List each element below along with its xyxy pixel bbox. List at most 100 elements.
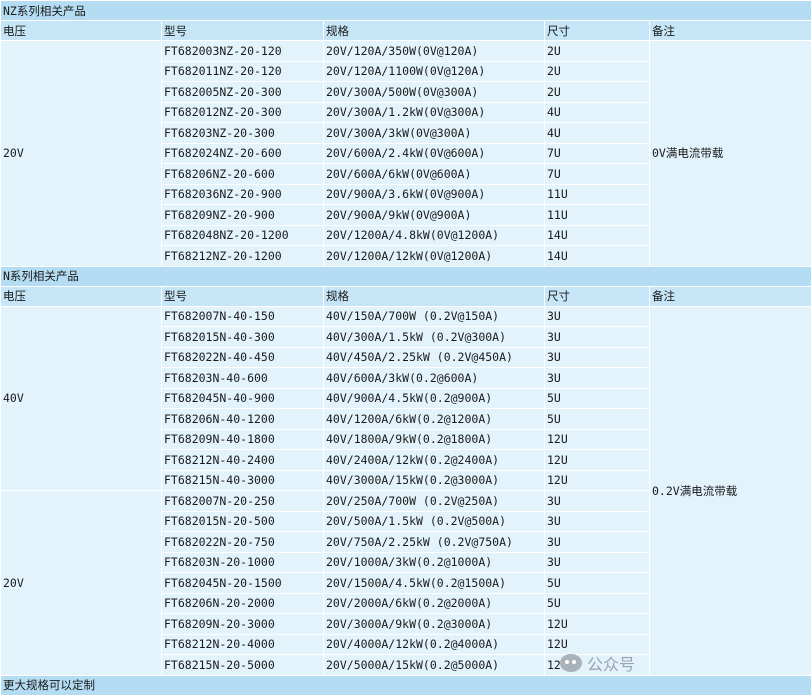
header-spec: 规格: [323, 285, 545, 307]
size-cell: 5U: [544, 387, 650, 409]
model-cell: FT68215N-20-5000: [161, 654, 324, 676]
size-cell: 12U: [544, 428, 650, 450]
spec-cell: 40V/1200A/6kW(0.2@1200A): [323, 408, 545, 430]
header-voltage: 电压: [0, 20, 162, 41]
spec-cell: 20V/4000A/12kW(0.2@4000A): [323, 633, 545, 655]
model-cell: FT682011NZ-20-120: [161, 60, 324, 82]
size-cell: 7U: [544, 163, 650, 185]
spec-cell: 20V/300A/3kW(0V@300A): [323, 122, 545, 144]
header-voltage: 电压: [0, 285, 162, 307]
model-cell: FT68203N-40-600: [161, 367, 324, 389]
model-cell: FT682007N-20-250: [161, 490, 324, 512]
size-cell: 3U: [544, 305, 650, 327]
model-cell: FT682022N-40-450: [161, 346, 324, 368]
size-cell: 2U: [544, 60, 650, 82]
size-cell: 2U: [544, 40, 650, 62]
size-cell: 12U: [544, 469, 650, 491]
model-cell: FT682048NZ-20-1200: [161, 224, 324, 246]
size-cell: 4U: [544, 101, 650, 123]
note-cell: 0.2V满电流带载: [649, 305, 811, 676]
model-cell: FT682003NZ-20-120: [161, 40, 324, 62]
spec-cell: 20V/900A/9kW(0V@900A): [323, 204, 545, 226]
note-cell: 0V满电流带载: [649, 40, 811, 267]
size-cell: 2U: [544, 81, 650, 103]
spec-cell: 20V/2000A/6kW(0.2@2000A): [323, 592, 545, 614]
size-cell: 5U: [544, 572, 650, 594]
spec-cell: 20V/300A/1.2kW(0V@300A): [323, 101, 545, 123]
model-cell: FT68212N-40-2400: [161, 449, 324, 471]
model-cell: FT68209NZ-20-900: [161, 204, 324, 226]
watermark-text: 公众号: [587, 655, 636, 674]
spec-cell: 40V/3000A/15kW(0.2@3000A): [323, 469, 545, 491]
header-row: 电压 型号 规格 尺寸 备注: [0, 285, 811, 307]
size-cell: 5U: [544, 592, 650, 614]
spec-cell: 20V/1500A/4.5kW(0.2@1500A): [323, 572, 545, 594]
model-cell: FT682036NZ-20-900: [161, 183, 324, 205]
size-cell: 12U: [544, 449, 650, 471]
spec-cell: 40V/1800A/9kW(0.2@1800A): [323, 428, 545, 450]
section-title-row: NZ系列相关产品: [0, 0, 811, 21]
spec-cell: 20V/5000A/15kW(0.2@5000A): [323, 654, 545, 676]
spec-cell: 20V/120A/1100W(0V@120A): [323, 60, 545, 82]
model-cell: FT68212N-20-4000: [161, 633, 324, 655]
model-cell: FT682005NZ-20-300: [161, 81, 324, 103]
spec-cell: 20V/600A/6kW(0V@600A): [323, 163, 545, 185]
spec-cell: 40V/150A/700W (0.2V@150A): [323, 305, 545, 327]
section-title: NZ系列相关产品: [0, 0, 811, 21]
model-cell: FT68209N-40-1800: [161, 428, 324, 450]
model-cell: FT682012NZ-20-300: [161, 101, 324, 123]
table-row: 40V FT682007N-40-150 40V/150A/700W (0.2V@1…: [0, 305, 811, 676]
model-cell: FT68212NZ-20-1200: [161, 245, 324, 267]
model-cell: FT682045N-40-900: [161, 387, 324, 409]
model-cell: FT68203N-20-1000: [161, 551, 324, 573]
spec-cell: 20V/600A/2.4kW(0V@600A): [323, 142, 545, 164]
size-cell: 7U: [544, 142, 650, 164]
footer-row: 更大规格可以定制: [0, 674, 811, 696]
model-cell: FT682022N-20-750: [161, 531, 324, 553]
size-cell: 14U: [544, 245, 650, 267]
model-cell: FT682015N-40-300: [161, 326, 324, 348]
wechat-icon: [560, 654, 582, 672]
model-cell: FT68206N-20-2000: [161, 592, 324, 614]
spec-cell: 20V/250A/700W (0.2V@250A): [323, 490, 545, 512]
watermark: 公众号: [560, 651, 635, 675]
size-cell: 3U: [544, 326, 650, 348]
spec-cell: 20V/500A/1.5kW (0.2V@500A): [323, 510, 545, 532]
spec-cell: 20V/300A/500W(0V@300A): [323, 81, 545, 103]
model-cell: FT68206N-40-1200: [161, 408, 324, 430]
section-title-row: N系列相关产品: [0, 265, 811, 287]
size-cell: 3U: [544, 367, 650, 389]
size-cell: 11U: [544, 204, 650, 226]
size-cell: 5U: [544, 408, 650, 430]
model-cell: FT68209N-20-3000: [161, 613, 324, 635]
model-cell: FT68206NZ-20-600: [161, 163, 324, 185]
header-size: 尺寸: [544, 20, 650, 41]
model-cell: FT68215N-40-3000: [161, 469, 324, 491]
header-note: 备注: [649, 20, 811, 41]
model-cell: FT682045N-20-1500: [161, 572, 324, 594]
header-note: 备注: [649, 285, 811, 307]
spec-cell: 20V/1200A/4.8kW(0V@1200A): [323, 224, 545, 246]
spec-cell: 40V/450A/2.25kW (0.2V@450A): [323, 346, 545, 368]
section-title: N系列相关产品: [0, 265, 811, 287]
spec-cell: 40V/300A/1.5kW (0.2V@300A): [323, 326, 545, 348]
spec-cell: 20V/1000A/3kW(0.2@1000A): [323, 551, 545, 573]
voltage-cell: 40V: [0, 305, 162, 491]
model-cell: FT682024NZ-20-600: [161, 142, 324, 164]
spec-cell: 40V/2400A/12kW(0.2@2400A): [323, 449, 545, 471]
header-spec: 规格: [323, 20, 545, 41]
size-cell: 4U: [544, 122, 650, 144]
spec-cell: 20V/750A/2.25kW (0.2V@750A): [323, 531, 545, 553]
header-model: 型号: [161, 285, 324, 307]
spec-cell: 20V/120A/350W(0V@120A): [323, 40, 545, 62]
header-row: 电压 型号 规格 尺寸 备注: [0, 20, 811, 41]
spec-cell: 20V/900A/3.6kW(0V@900A): [323, 183, 545, 205]
size-cell: 3U: [544, 551, 650, 573]
voltage-cell: 20V: [0, 40, 162, 267]
header-model: 型号: [161, 20, 324, 41]
size-cell: 3U: [544, 510, 650, 532]
voltage-cell: 20V: [0, 490, 162, 676]
size-cell: 11U: [544, 183, 650, 205]
size-cell: 3U: [544, 490, 650, 512]
table-row: 20V FT682003NZ-20-120 20V/120A/350W(0V@120…: [0, 40, 811, 267]
